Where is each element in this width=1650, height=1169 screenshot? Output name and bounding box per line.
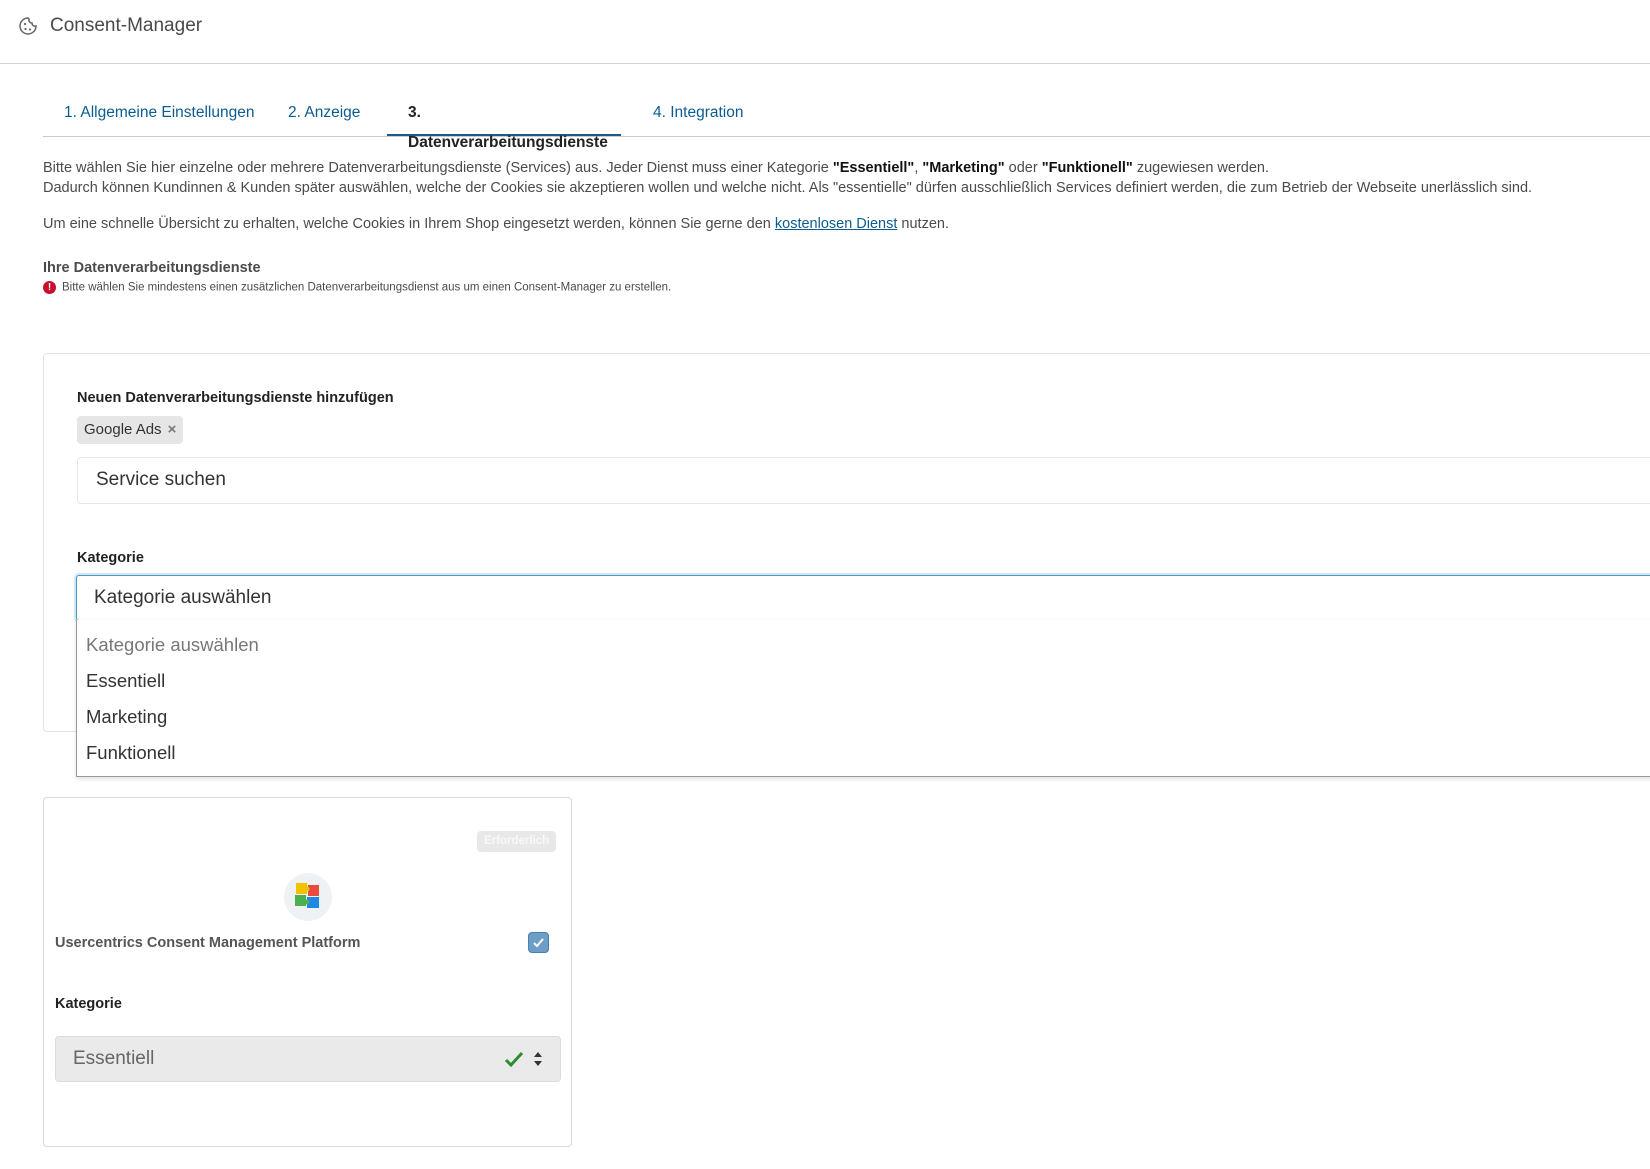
intro-text-line2: Dadurch können Kundinnen & Kunden später… — [43, 180, 1533, 196]
overview-text-part: Um eine schnelle Übersicht zu erhalten, … — [43, 216, 775, 232]
selected-service-chip: Google Ads × — [77, 416, 184, 444]
error-text: Bitte wählen Sie mindestens einen zusätz… — [62, 281, 672, 294]
category-funktionell-text: "Funktionell" — [1041, 160, 1133, 176]
page-title: Consent-Manager — [50, 15, 203, 36]
service-card: Erforderlich Usercentrics Consent Manage… — [43, 797, 572, 1147]
sort-arrows-icon — [534, 1052, 542, 1066]
option-marketing[interactable]: Marketing — [86, 706, 167, 728]
service-name: Usercentrics Consent Management Platform — [55, 935, 361, 951]
error-message: ! Bitte wählen Sie mindestens einen zusät… — [43, 281, 671, 294]
error-icon: ! — [43, 281, 56, 294]
free-service-link[interactable]: kostenlosen Dienst — [775, 216, 898, 232]
chip-label: Google Ads — [84, 421, 162, 438]
chip-remove-icon[interactable]: × — [168, 421, 177, 438]
category-label: Kategorie — [77, 550, 144, 566]
overview-text-part: nutzen. — [897, 216, 949, 232]
service-search-input[interactable]: Service suchen — [77, 457, 1650, 504]
card-category-select[interactable]: Essentiell — [55, 1036, 561, 1082]
add-service-title: Neuen Datenverarbeitungsdienste hinzufüg… — [77, 390, 394, 406]
tab-integration[interactable]: 4. Integration — [653, 98, 743, 136]
tab-anzeige[interactable]: 2. Anzeige — [288, 98, 360, 136]
valid-check-icon — [504, 1051, 524, 1068]
option-essentiell[interactable]: Essentiell — [86, 670, 165, 692]
option-funktionell[interactable]: Funktionell — [86, 742, 175, 764]
category-marketing-text: "Marketing" — [922, 160, 1005, 176]
category-essentiell-text: "Essentiell" — [832, 160, 915, 176]
top-bar: Consent-Manager — [0, 0, 1650, 64]
intro-text-part: zugewiesen werden. — [1132, 160, 1270, 176]
category-dropdown: Kategorie auswählen Essentiell Marketing… — [76, 620, 1650, 777]
intro-separator: oder — [1004, 160, 1042, 176]
checkmark-icon — [533, 938, 544, 948]
tab-bar: 1. Allgemeine Einstellungen 2. Anzeige 3… — [43, 98, 1650, 151]
search-placeholder: Service suchen — [96, 469, 226, 490]
intro-text-part: Bitte wählen Sie hier einzelne oder mehr… — [43, 160, 833, 176]
service-checkbox[interactable] — [528, 932, 549, 953]
card-category-value: Essentiell — [73, 1048, 155, 1069]
intro-text: Bitte wählen Sie hier einzelne oder mehr… — [43, 158, 1643, 198]
category-select[interactable]: Kategorie auswählen — [76, 575, 1650, 621]
category-select-value: Kategorie auswählen — [94, 587, 272, 608]
option-placeholder[interactable]: Kategorie auswählen — [86, 634, 259, 656]
required-badge: Erforderlich — [477, 831, 557, 852]
overview-text: Um eine schnelle Übersicht zu erhalten, … — [43, 216, 949, 232]
cookie-icon — [19, 17, 37, 35]
tab-allgemeine-einstellungen[interactable]: 1. Allgemeine Einstellungen — [64, 98, 254, 136]
puzzle-icon — [284, 873, 332, 921]
tab-datenverarbeitungsdienste[interactable]: 3. Datenverarbeitungsdienste — [387, 98, 621, 151]
card-category-label: Kategorie — [55, 996, 122, 1012]
services-section-title: Ihre Datenverarbeitungsdienste — [43, 260, 261, 276]
